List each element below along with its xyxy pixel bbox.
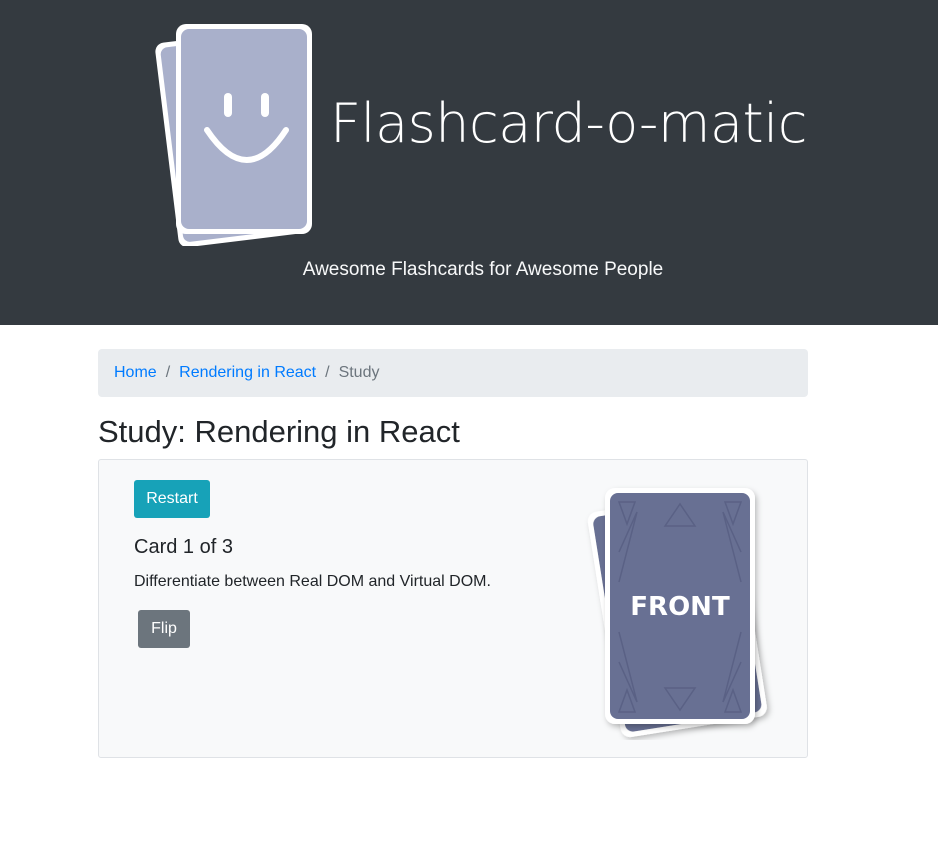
app-tagline: Awesome Flashcards for Awesome People	[302, 259, 664, 280]
breadcrumb: Home / Rendering in React / Study	[98, 349, 808, 397]
restart-button[interactable]: Restart	[134, 480, 210, 518]
card-front-text: Differentiate between Real DOM and Virtu…	[134, 573, 491, 590]
flip-button[interactable]: Flip	[138, 610, 190, 648]
card-count: Card 1 of 3	[134, 536, 233, 558]
page-title: Study: Rendering in React	[98, 414, 460, 449]
breadcrumb-separator: /	[165, 364, 171, 381]
breadcrumb-deck-link[interactable]: Rendering in React	[179, 364, 316, 382]
smiley-flashcards-icon	[155, 24, 312, 246]
app-title: Flashcard-o-matic	[330, 92, 807, 155]
card-front-label: FRONT	[630, 592, 730, 622]
app-header: Flashcard-o-matic Awesome Flashcards for…	[0, 0, 938, 325]
breadcrumb-current: Study	[338, 364, 380, 381]
breadcrumb-home-link[interactable]: Home	[114, 364, 157, 382]
study-card: Restart Card 1 of 3 Differentiate betwee…	[98, 459, 808, 758]
breadcrumb-separator: /	[325, 364, 330, 381]
card-front-icon: FRONT	[587, 488, 767, 738]
